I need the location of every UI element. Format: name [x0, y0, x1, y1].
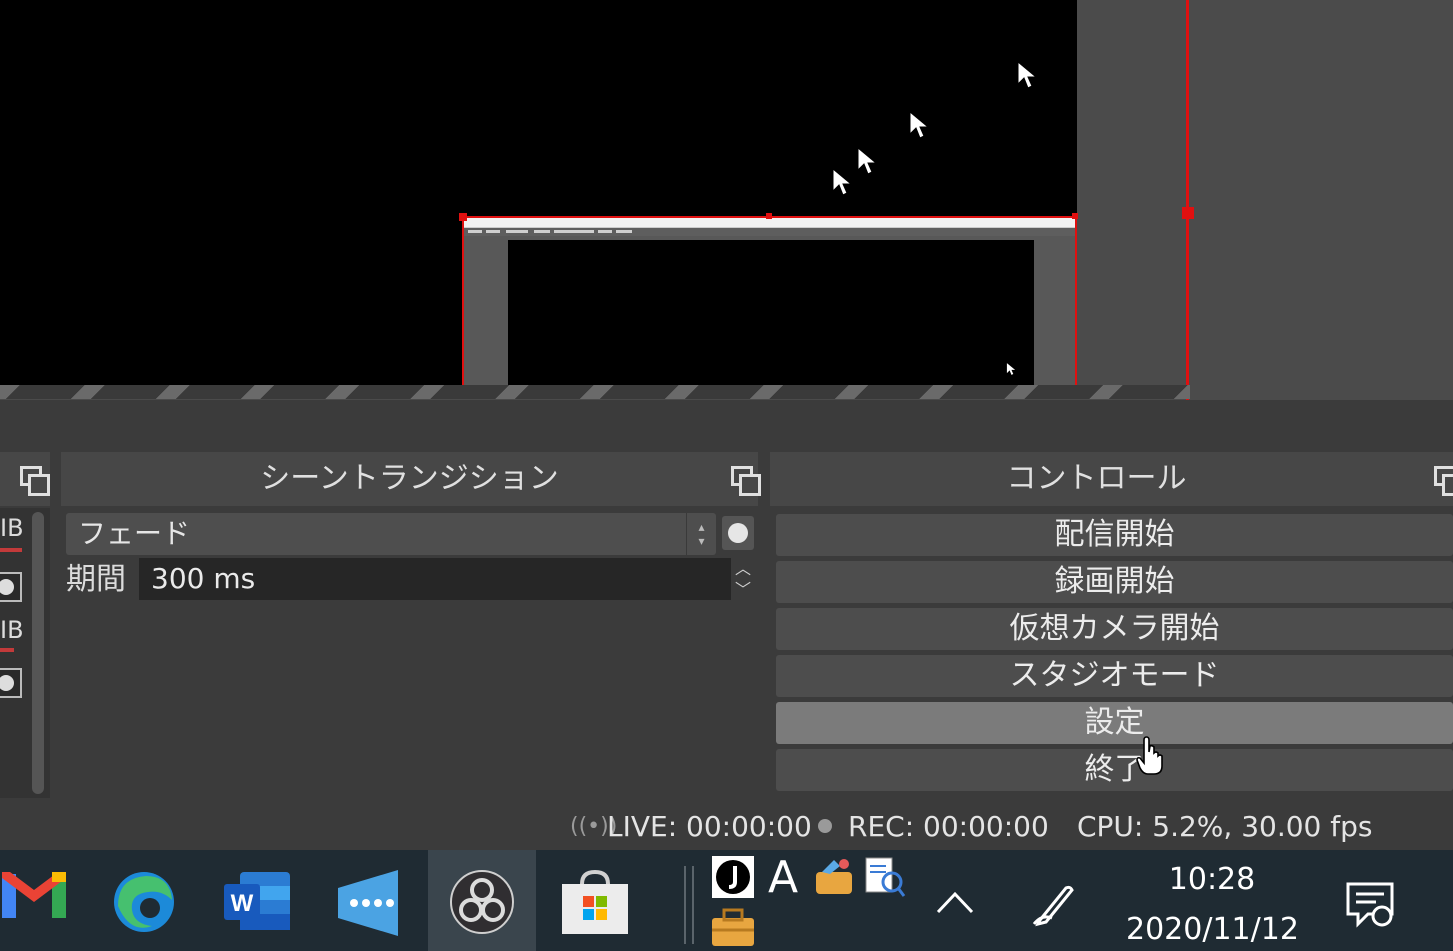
taskbar-app-remote[interactable]: [316, 850, 424, 951]
controls-dock-title: コントロール: [770, 452, 1453, 506]
gmail-icon: [2, 872, 66, 918]
preview-area[interactable]: [0, 0, 1453, 400]
transition-properties-button[interactable]: [722, 516, 754, 550]
chevron-up-icon[interactable]: [936, 890, 974, 914]
taskbar-app-store[interactable]: [540, 850, 648, 951]
chevron-up-icon[interactable]: ︿: [731, 558, 755, 579]
obs-icon: [450, 870, 514, 934]
dock-float-icon[interactable]: [1434, 466, 1453, 496]
mute-toggle[interactable]: [0, 572, 22, 602]
dock-float-icon[interactable]: [20, 466, 50, 496]
record-indicator-icon: [818, 819, 832, 833]
jlogo-icon[interactable]: [712, 856, 754, 898]
taskbar-app-edge[interactable]: [90, 850, 198, 951]
store-icon: [562, 870, 628, 934]
settings-button[interactable]: 設定: [776, 702, 1453, 744]
toolbox-icon[interactable]: [710, 906, 756, 948]
volume-meter: [0, 548, 22, 552]
rec-timer: REC: 00:00:00: [848, 810, 1049, 843]
ime-mode-icon[interactable]: A: [768, 852, 798, 903]
mouse-cursor-icon: [857, 146, 878, 175]
select-arrows-icon: ▴ ▾: [686, 513, 716, 555]
chevron-down-icon[interactable]: ﹀: [731, 579, 755, 600]
preview-out-of-bounds-area: [0, 385, 1190, 399]
gear-icon: [728, 523, 748, 543]
taskbar-app-obs[interactable]: [428, 850, 536, 951]
start-recording-button[interactable]: 録画開始: [776, 561, 1453, 603]
mouse-cursor-icon: [909, 110, 930, 139]
duration-label: 期間: [66, 562, 126, 597]
mouse-cursor-icon: [1017, 60, 1038, 89]
source-bounding-box-edge: [1186, 0, 1189, 400]
dock-float-icon[interactable]: [731, 466, 761, 496]
hand-pointer-icon: [1136, 736, 1163, 775]
taskbar-app-gmail[interactable]: [0, 850, 88, 951]
status-bar: ((•)) LIVE: 00:00:00 REC: 00:00:00 CPU: …: [0, 802, 1453, 850]
captured-window-titlebar: [464, 218, 1077, 228]
cpu-fps-readout: CPU: 5.2%, 30.00 fps: [1077, 810, 1373, 843]
svg-text:W: W: [231, 890, 254, 917]
mixer-channel-label: IB: [0, 616, 24, 644]
ime-dictionary-icon[interactable]: [864, 856, 906, 898]
captured-window-source[interactable]: [462, 216, 1077, 390]
volume-meter: [0, 648, 14, 652]
edge-icon: [114, 872, 174, 932]
studio-mode-button[interactable]: スタジオモード: [776, 655, 1453, 697]
notification-center-icon[interactable]: [1346, 882, 1394, 928]
mouse-cursor-icon: [832, 167, 853, 196]
resize-handle[interactable]: [1182, 207, 1194, 219]
mouse-cursor-icon: [1006, 363, 1016, 375]
duration-spinner[interactable]: ︿ ﹀: [731, 558, 755, 600]
mixer-scrollbar[interactable]: [32, 512, 44, 794]
word-icon: W: [224, 872, 290, 930]
resize-handle[interactable]: [766, 213, 772, 219]
captured-window-menubar: [464, 228, 1077, 236]
mute-toggle[interactable]: [0, 668, 22, 698]
taskbar-divider: [684, 866, 694, 944]
duration-input[interactable]: 300 ms: [139, 558, 731, 600]
remote-desktop-icon: [338, 870, 398, 936]
transition-dock-title: シーントランジション: [61, 452, 758, 506]
source-bounding-box: [1075, 216, 1077, 385]
live-timer: LIVE: 00:00:00: [607, 810, 812, 843]
mixer-channel-label: IB: [0, 514, 24, 542]
start-virtual-camera-button[interactable]: 仮想カメラ開始: [776, 608, 1453, 650]
ime-tools-icon[interactable]: [814, 856, 856, 898]
transition-select[interactable]: フェード ▴ ▾: [66, 513, 716, 555]
taskbar-app-word[interactable]: W: [202, 850, 310, 951]
captured-window-preview: [508, 240, 1034, 390]
transition-selected-value: フェード: [78, 517, 191, 550]
clock-time[interactable]: 10:28: [1130, 862, 1294, 897]
resize-handle[interactable]: [459, 213, 467, 221]
pen-icon[interactable]: [1030, 880, 1078, 928]
start-streaming-button[interactable]: 配信開始: [776, 514, 1453, 556]
clock-date[interactable]: 2020/11/12: [1126, 912, 1299, 947]
exit-button[interactable]: 終了: [776, 749, 1453, 791]
resize-handle[interactable]: [1072, 213, 1078, 219]
